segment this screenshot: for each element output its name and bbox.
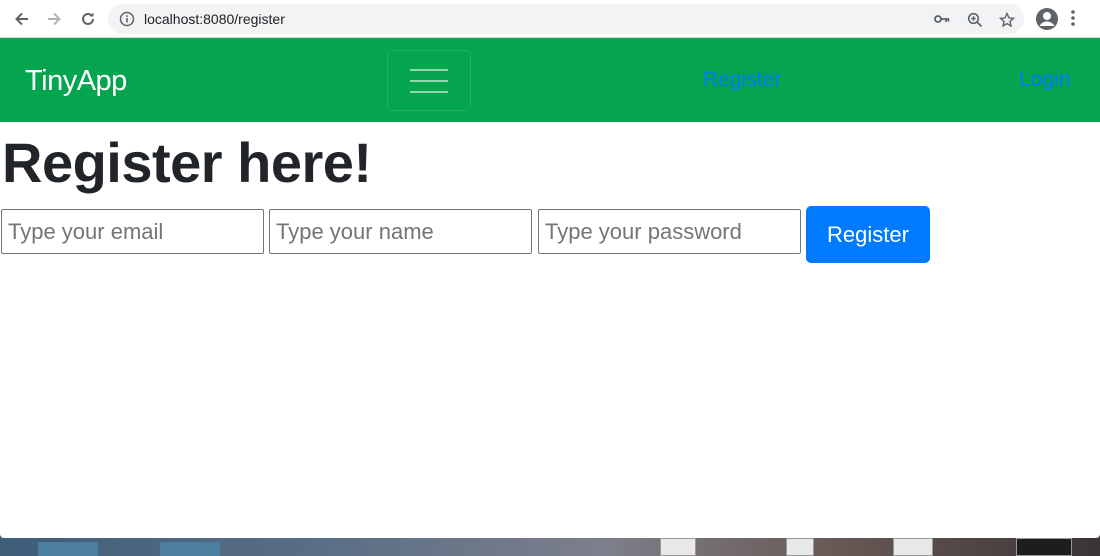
password-field[interactable] [538,209,801,254]
navbar-toggler-button[interactable] [387,50,471,111]
register-button[interactable]: Register [806,206,930,263]
nav-link-login[interactable]: Login [1019,68,1070,92]
desktop-file-thumbnail[interactable] [1016,538,1072,556]
star-icon[interactable] [998,11,1016,33]
browser-toolbar: localhost:8080/register [0,0,1100,38]
nav-link-register[interactable]: Register [703,68,781,92]
zoom-icon[interactable] [967,12,983,33]
profile-icon[interactable] [1035,7,1059,36]
desktop-file-thumbnail[interactable] [660,538,696,556]
info-icon[interactable] [119,11,135,32]
desktop-file-thumbnail[interactable] [786,538,814,556]
site-navbar: TinyApp Register Login [0,38,1100,122]
brand-link[interactable]: TinyApp [25,65,127,98]
arrow-right-icon[interactable] [42,7,66,31]
hamburger-icon [410,68,448,71]
kebab-menu-icon[interactable] [1070,9,1076,32]
key-icon[interactable] [934,12,950,31]
arrow-left-icon[interactable] [10,7,34,31]
address-bar[interactable]: localhost:8080/register [108,4,1024,34]
url-text[interactable]: localhost:8080/register [144,11,285,27]
page-title: Register here! [2,131,372,194]
reload-icon[interactable] [76,7,100,31]
dock-item[interactable] [38,542,98,556]
email-field[interactable] [1,209,264,254]
dock-item[interactable] [160,542,220,556]
page-viewport: TinyApp Register Login Register here! Re… [0,38,1100,538]
desktop-file-thumbnail[interactable] [893,538,933,556]
name-field[interactable] [269,209,532,254]
